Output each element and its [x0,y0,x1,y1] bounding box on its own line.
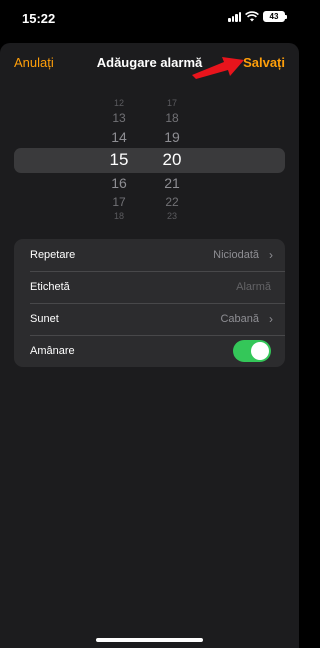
minute-option[interactable]: 22 [152,195,192,209]
battery-level: 43 [269,12,279,21]
minute-option[interactable]: 19 [152,129,192,145]
chevron-right-icon: › [269,312,273,326]
label-row[interactable]: Etichetă Alarmă [14,271,285,303]
picker-selection-band [14,148,285,173]
battery-icon: 43 [263,11,287,22]
add-alarm-sheet: Anulați Adăugare alarmă Salvați 12 13 14… [0,43,299,648]
toggle-knob [251,342,269,360]
label-label: Etichetă [30,281,70,293]
hour-option[interactable]: 13 [99,111,139,125]
nav-bar: Anulați Adăugare alarmă Salvați [0,43,299,83]
hour-option[interactable]: 17 [99,195,139,209]
save-button[interactable]: Salvați [243,55,285,70]
status-bar: 15:22 43 [0,0,299,36]
status-time: 15:22 [22,11,56,26]
minute-selected[interactable]: 20 [152,150,192,170]
repeat-value: Niciodată [213,249,259,261]
hour-option[interactable]: 14 [99,129,139,145]
label-input[interactable]: Alarmă [236,281,271,293]
status-icons: 43 [228,11,287,22]
sound-row[interactable]: Sunet Cabană › [14,303,285,335]
snooze-label: Amânare [30,345,75,357]
alarm-settings-list: Repetare Niciodată › Etichetă Alarmă Sun… [14,239,285,367]
minute-option[interactable]: 21 [152,175,192,191]
minute-option[interactable]: 18 [152,111,192,125]
wifi-icon [245,11,259,22]
snooze-row: Amânare [14,335,285,367]
repeat-label: Repetare [30,249,76,261]
hour-option[interactable]: 12 [99,98,139,108]
sound-label: Sunet [30,313,59,325]
minute-option[interactable]: 23 [152,211,192,221]
hour-selected[interactable]: 15 [99,150,139,170]
signal-icon [228,11,241,22]
hour-option[interactable]: 18 [99,211,139,221]
hour-option[interactable]: 16 [99,175,139,191]
home-indicator[interactable] [96,638,203,642]
minute-option[interactable]: 17 [152,98,192,108]
snooze-toggle[interactable] [233,340,271,362]
annotation-arrow-icon [192,57,244,79]
repeat-row[interactable]: Repetare Niciodată › [14,239,285,271]
chevron-right-icon: › [269,248,273,262]
sound-value: Cabană [220,313,259,325]
time-picker[interactable]: 12 13 14 15 16 17 18 17 18 19 20 21 22 2… [0,98,299,222]
